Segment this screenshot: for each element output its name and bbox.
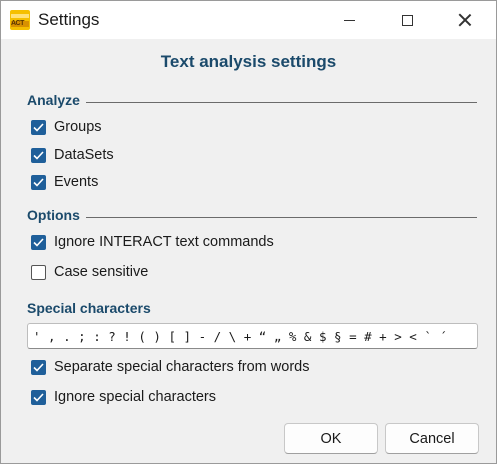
minimize-icon xyxy=(343,19,355,21)
app-icon-text: ACT xyxy=(11,20,24,27)
case-sensitive-label: Case sensitive xyxy=(54,264,149,280)
settings-window: ACT Settings Text analysis settings Anal… xyxy=(0,0,497,464)
checkbox-checked-icon[interactable] xyxy=(31,389,46,405)
special-characters-input[interactable] xyxy=(28,324,477,348)
separate-special-characters-checkbox[interactable]: Separate special characters from words xyxy=(31,357,309,377)
ok-button[interactable]: OK xyxy=(284,423,378,454)
dialog-heading: Text analysis settings xyxy=(160,52,337,71)
case-sensitive-checkbox[interactable]: Case sensitive xyxy=(31,262,148,282)
checkbox-checked-icon[interactable] xyxy=(31,359,46,375)
events-label: Events xyxy=(54,174,99,190)
analyze-section-label: Analyze xyxy=(27,92,80,108)
analyze-divider xyxy=(86,102,477,103)
ignore-interact-commands-label: Ignore INTERACT text commands xyxy=(54,234,274,250)
checkbox-checked-icon[interactable] xyxy=(31,119,46,135)
options-divider xyxy=(86,217,477,218)
minimize-button[interactable] xyxy=(326,1,372,39)
close-icon xyxy=(458,13,472,27)
groups-checkbox[interactable]: Groups xyxy=(31,117,102,137)
datasets-label: DataSets xyxy=(54,147,114,163)
ignore-special-characters-label: Ignore special characters xyxy=(54,389,216,405)
checkbox-checked-icon[interactable] xyxy=(31,174,46,190)
special-characters-label: Special characters xyxy=(27,300,151,316)
special-characters-field[interactable] xyxy=(27,323,478,349)
close-button[interactable] xyxy=(442,1,488,39)
ignore-interact-commands-checkbox[interactable]: Ignore INTERACT text commands xyxy=(31,232,274,252)
cancel-button[interactable]: Cancel xyxy=(385,423,479,454)
events-checkbox[interactable]: Events xyxy=(31,172,98,192)
checkbox-checked-icon[interactable] xyxy=(31,234,46,250)
separate-special-characters-label: Separate special characters from words xyxy=(54,359,310,375)
window-title: Settings xyxy=(38,10,100,29)
options-section-label: Options xyxy=(27,207,80,223)
checkbox-unchecked-icon[interactable] xyxy=(31,264,46,280)
ignore-special-characters-checkbox[interactable]: Ignore special characters xyxy=(31,387,216,407)
maximize-icon xyxy=(401,14,413,26)
checkbox-checked-icon[interactable] xyxy=(31,147,46,163)
maximize-button[interactable] xyxy=(384,1,430,39)
title-bar: ACT Settings xyxy=(1,1,496,39)
groups-label: Groups xyxy=(54,119,102,135)
datasets-checkbox[interactable]: DataSets xyxy=(31,145,114,165)
app-icon: ACT xyxy=(10,10,30,30)
